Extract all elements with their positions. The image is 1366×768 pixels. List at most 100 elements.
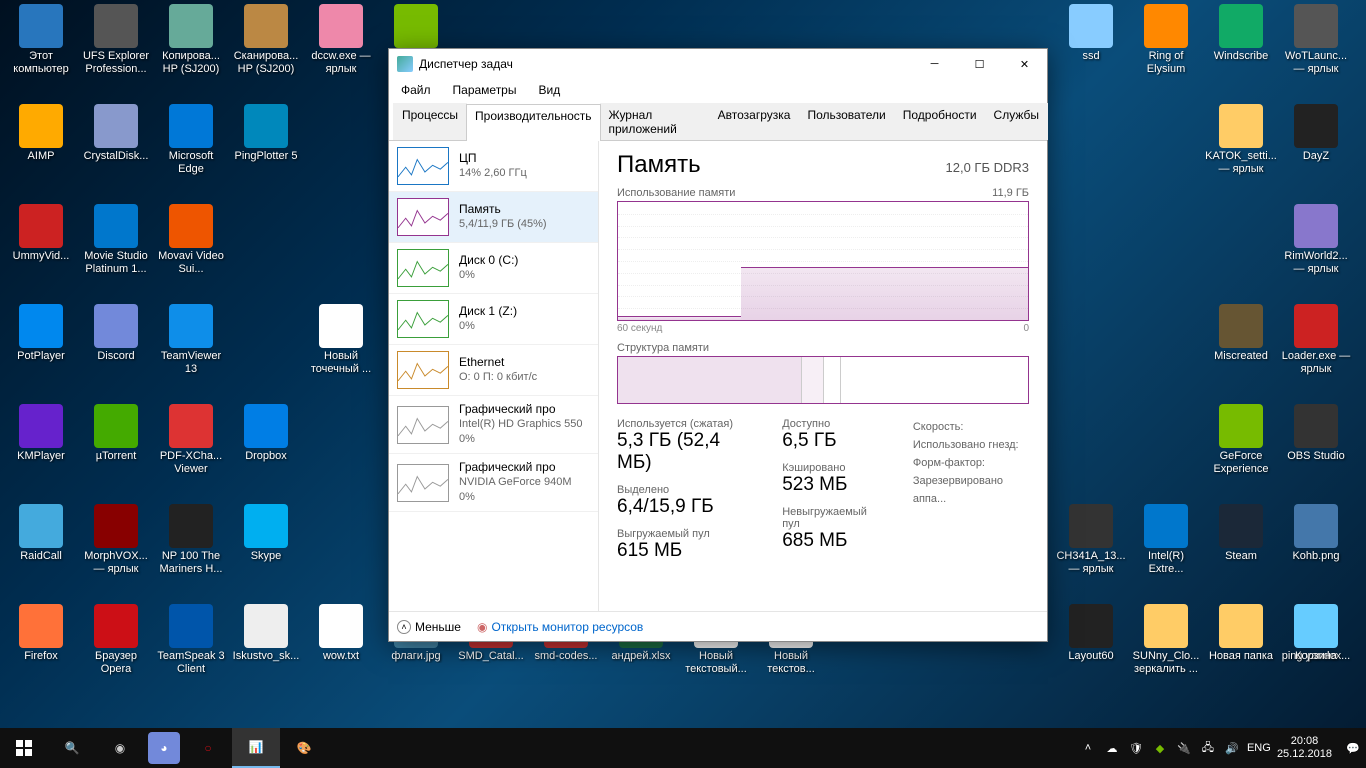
search-icon[interactable]: 🔍 [48,728,96,768]
desktop-icon[interactable]: AIMP [5,104,77,163]
menu-options[interactable]: Параметры [449,81,521,99]
taskbar-app-paint[interactable]: 🎨 [280,728,328,768]
desktop-icon[interactable]: MorphVOX... — ярлык [80,504,152,576]
menu-view[interactable]: Вид [534,81,564,99]
tray-network-icon[interactable]: 🖧 [1199,739,1217,758]
maximize-button[interactable]: ☐ [957,49,1002,79]
desktop-icon[interactable]: Movie Studio Platinum 1... [80,204,152,276]
tray-volume-icon[interactable]: 🔊 [1223,742,1241,755]
tray-notifications-icon[interactable]: 💬 [1344,742,1362,755]
desktop-icon[interactable]: RimWorld2... — ярлык [1280,204,1352,276]
perf-sidebar: ЦП14% 2,60 ГГцПамять5,4/11,9 ГБ (45%)Дис… [389,141,599,611]
desktop-icon[interactable]: Корзина [1280,604,1352,663]
desktop-icon[interactable]: NP 100 The Mariners H... [155,504,227,576]
sidebar-item-4[interactable]: EthernetО: 0 П: 0 кбит/с [389,345,598,396]
sidebar-item-3[interactable]: Диск 1 (Z:)0% [389,294,598,345]
desktop-icon[interactable]: OBS Studio [1280,404,1352,463]
desktop-icon[interactable]: GeForce Experience [1205,404,1277,476]
sidebar-item-6[interactable]: Графический проNVIDIA GeForce 940M0% [389,454,598,512]
taskbar-app-taskmgr[interactable]: 📊 [232,728,280,768]
desktop-icon[interactable]: Loader.exe — ярлык [1280,304,1352,376]
taskbar-app-opera[interactable]: ○ [184,728,232,768]
sidebar-item-2[interactable]: Диск 0 (C:)0% [389,243,598,294]
sidebar-item-5[interactable]: Графический проIntel(R) HD Graphics 5500… [389,396,598,454]
sidebar-item-0[interactable]: ЦП14% 2,60 ГГц [389,141,598,192]
desktop-icon[interactable]: CH341A_13... — ярлык [1055,504,1127,576]
tray-defender-icon[interactable]: 🛡 [1127,742,1145,755]
sidebar-item-1[interactable]: Память5,4/11,9 ГБ (45%) [389,192,598,243]
resource-monitor-icon: ◉ [477,620,487,634]
desktop-icon[interactable]: Браузер Opera [80,604,152,676]
desktop-icon[interactable]: Intel(R) Extre... [1130,504,1202,576]
tray-onedrive-icon[interactable]: ☁ [1103,742,1121,755]
desktop-icon[interactable]: Dropbox [230,404,302,463]
desktop-icon[interactable]: Movavi Video Sui... [155,204,227,276]
taskbar-clock[interactable]: 20:08 25.12.2018 [1271,735,1338,761]
start-button[interactable] [0,728,48,768]
desktop-icon[interactable]: CrystalDisk... [80,104,152,163]
desktop-icon[interactable]: PingPlotter 5 [230,104,302,163]
desktop-icon[interactable]: Копирова... HP (SJ200) [155,4,227,76]
taskbar-app-discord[interactable]: ◕ [148,732,180,764]
desktop-icon[interactable]: Miscreated [1205,304,1277,363]
tab-0[interactable]: Процессы [393,103,467,140]
desktop-icon[interactable]: UmmyVid... [5,204,77,263]
desktop-icon[interactable]: ssd [1055,4,1127,63]
desktop-icon[interactable]: WoTLaunc... — ярлык [1280,4,1352,76]
desktop-icon[interactable]: Microsoft Edge [155,104,227,176]
desktop-icon[interactable]: Новый точечный ... [305,304,377,376]
tab-2[interactable]: Журнал приложений [600,103,710,140]
tab-4[interactable]: Пользователи [798,103,894,140]
desktop-icon[interactable]: SUNny_Clo... зеркалить ... [1130,604,1202,676]
perf-main: Память 12,0 ГБ DDR3 Использование памяти… [599,141,1047,611]
taskbar-app-steam[interactable]: ◉ [96,728,144,768]
tab-6[interactable]: Службы [985,103,1048,140]
tray-power-icon[interactable]: 🔌 [1175,742,1193,755]
stat: Выделено6,4/15,9 ГБ [617,484,748,518]
desktop-icon[interactable]: Steam [1205,504,1277,563]
desktop-icon[interactable]: µTorrent [80,404,152,463]
tray-nvidia-icon[interactable]: ◆ [1151,742,1169,755]
desktop-icon[interactable]: KMPlayer [5,404,77,463]
meta-row: Форм-фактор: [913,454,1029,472]
desktop-icon[interactable]: PDF-XCha... Viewer [155,404,227,476]
memory-usage-graph[interactable] [617,201,1029,321]
memory-composition-graph[interactable] [617,356,1029,404]
tab-3[interactable]: Автозагрузка [709,103,800,140]
desktop-icon[interactable]: dccw.exe — ярлык [305,4,377,76]
desktop-icon[interactable]: Новая папка [1205,604,1277,663]
desktop-icon[interactable]: Windscribe [1205,4,1277,63]
desktop-icon[interactable]: Сканирова... HP (SJ200) [230,4,302,76]
desktop-icon[interactable]: Kohb.png [1280,504,1352,563]
tab-1[interactable]: Производительность [466,104,600,141]
fewer-details-button[interactable]: ˄ Меньше [397,620,461,634]
stat: Выгружаемый пул615 МБ [617,528,748,562]
tray-language[interactable]: ENG [1247,742,1265,754]
desktop-icon[interactable]: TeamViewer 13 [155,304,227,376]
desktop-icon[interactable]: KATOK_setti... — ярлык [1205,104,1277,176]
tab-5[interactable]: Подробности [894,103,986,140]
desktop-icon[interactable]: TeamSpeak 3 Client [155,604,227,676]
desktop-icon[interactable]: DayZ [1280,104,1352,163]
open-resource-monitor-link[interactable]: ◉ Открыть монитор ресурсов [477,620,643,634]
desktop-icon[interactable]: UFS Explorer Profession... [80,4,152,76]
menu-file[interactable]: Файл [397,81,435,99]
desktop-icon[interactable]: RaidCall [5,504,77,563]
tabs: ПроцессыПроизводительностьЖурнал приложе… [389,103,1047,141]
desktop-icon[interactable]: wow.txt [305,604,377,663]
desktop-icon[interactable]: Skype [230,504,302,563]
titlebar[interactable]: Диспетчер задач ─ ☐ ✕ [389,49,1047,79]
desktop-icon[interactable]: PotPlayer [5,304,77,363]
desktop-icon[interactable]: Layout60 [1055,604,1127,663]
window-footer: ˄ Меньше ◉ Открыть монитор ресурсов [389,611,1047,641]
desktop-icon[interactable]: Этот компьютер [5,4,77,76]
close-button[interactable]: ✕ [1002,49,1047,79]
desktop-icon[interactable]: Discord [80,304,152,363]
metric-title: Память [617,151,701,179]
task-manager-window: Диспетчер задач ─ ☐ ✕ Файл Параметры Вид… [388,48,1048,642]
minimize-button[interactable]: ─ [912,49,957,79]
desktop-icon[interactable]: Ring of Elysium [1130,4,1202,76]
desktop-icon[interactable]: Firefox [5,604,77,663]
desktop-icon[interactable]: Iskustvo_sk... [230,604,302,663]
tray-chevron-icon[interactable]: ˄ [1079,742,1097,754]
